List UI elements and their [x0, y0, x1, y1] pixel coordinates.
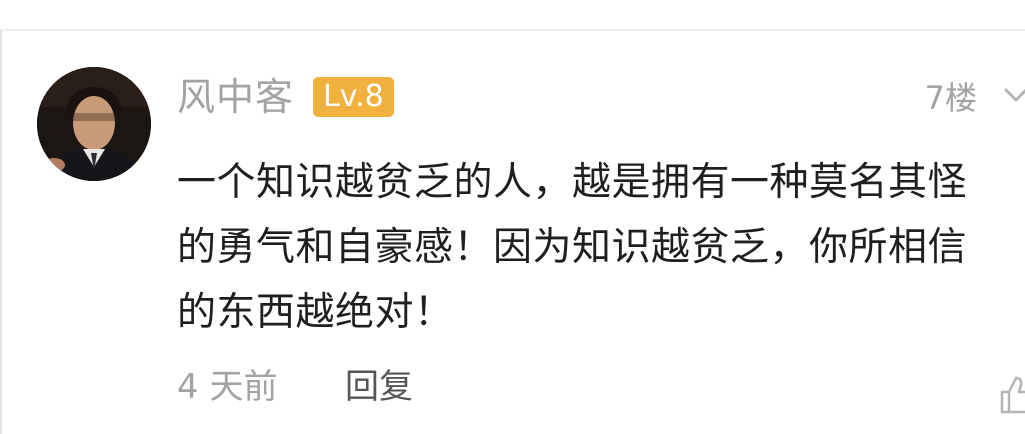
comment-time: 4 天前 — [177, 367, 278, 407]
username[interactable]: 风中客 — [177, 72, 294, 122]
top-divider — [0, 29, 1025, 31]
reply-button[interactable]: 回复 — [345, 364, 413, 410]
user-avatar[interactable] — [37, 67, 151, 181]
left-edge — [0, 31, 2, 434]
comment-body: 一个知识越贫乏的人，越是拥有一种莫名其怪 的勇气和自豪感！因为知识越贫乏，你所相… — [177, 160, 968, 335]
thumbs-up-icon[interactable] — [1000, 372, 1025, 416]
chevron-down-icon[interactable] — [1003, 82, 1025, 112]
comment-screen: 风中客 Lv.8 7楼 一个知识越贫乏的人，越是拥有一种莫名其怪 的勇气和自豪感… — [0, 0, 1025, 434]
avatar-image — [37, 67, 151, 181]
level-badge: Lv.8 — [313, 77, 394, 117]
floor-number: 7楼 — [924, 79, 977, 117]
